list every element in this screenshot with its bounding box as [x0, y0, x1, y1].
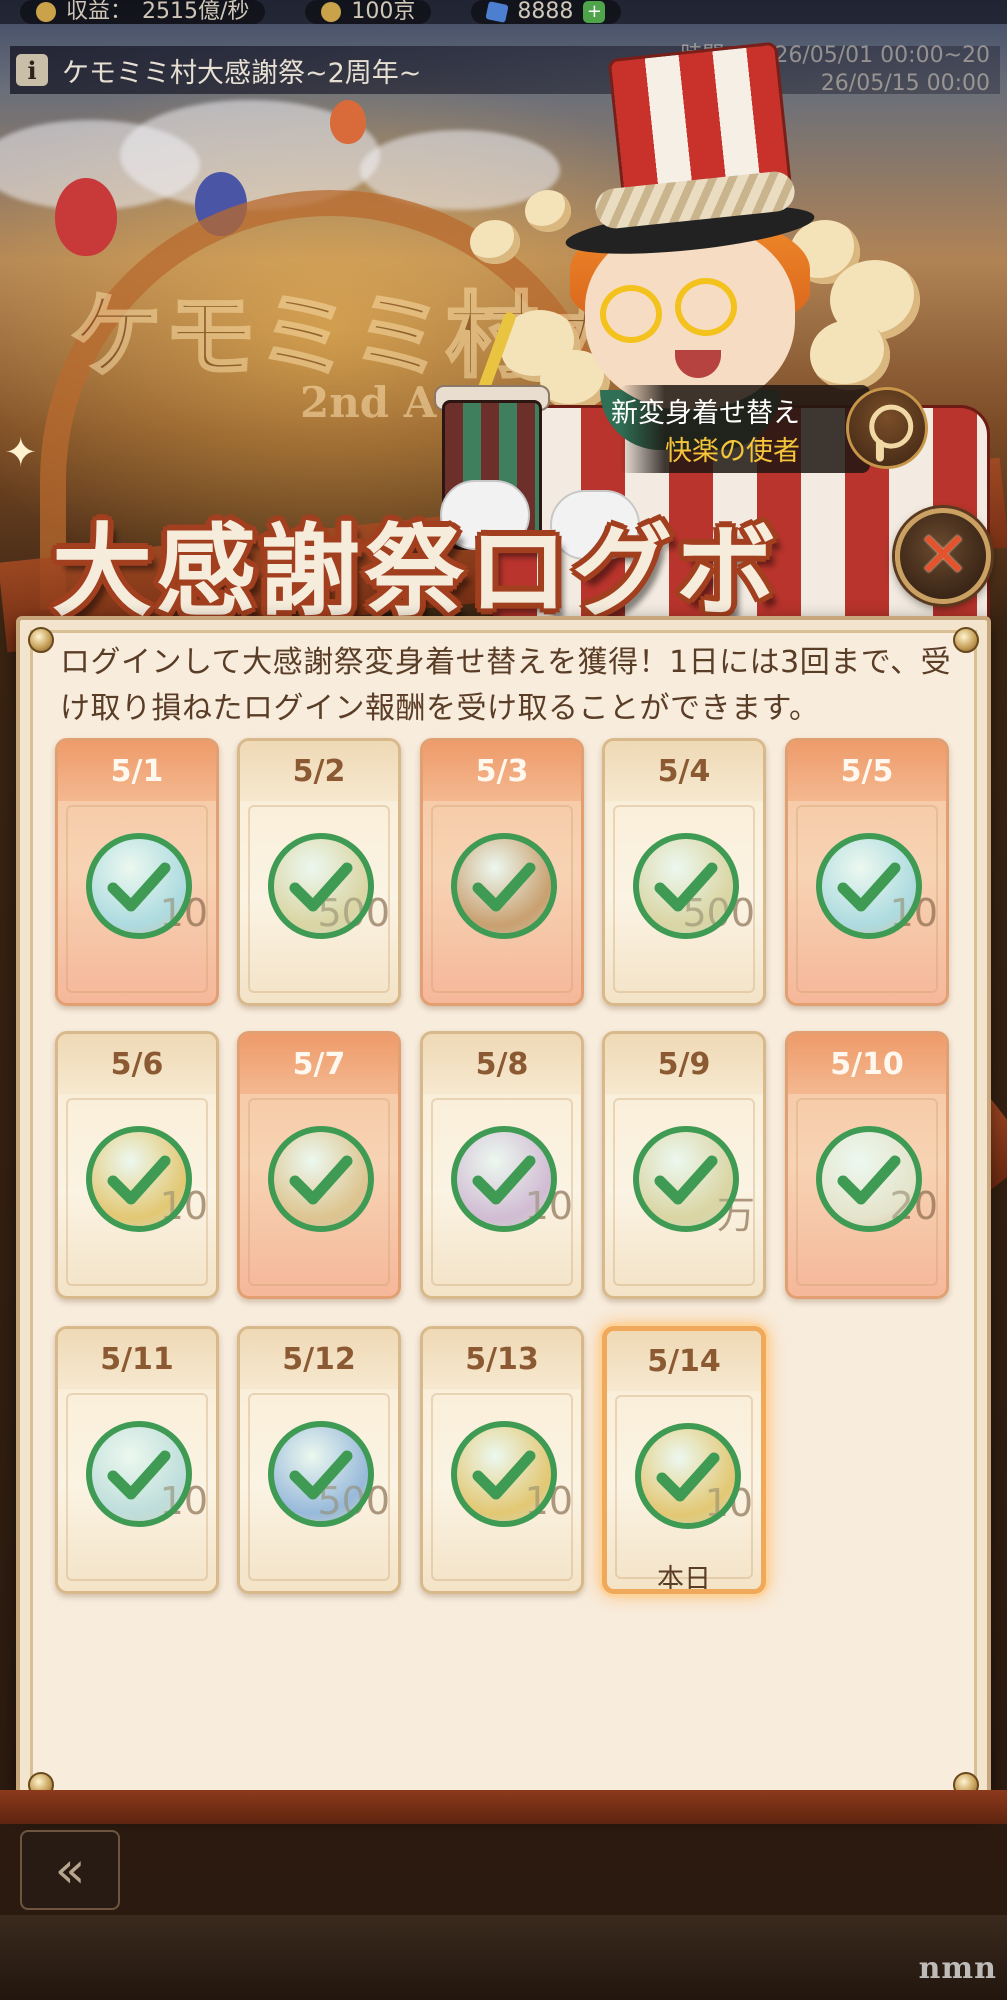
medal-icon	[321, 2, 342, 22]
claimed-check-icon	[86, 1126, 192, 1232]
day-card-date: 5/1	[58, 741, 216, 801]
glasses-right	[675, 278, 737, 336]
day-card[interactable]: 5/13 10	[420, 1326, 584, 1594]
day-card-date: 5/5	[788, 741, 946, 801]
day-card-date: 5/11	[58, 1329, 216, 1389]
day-card[interactable]: 5/8 10	[420, 1031, 584, 1299]
day-card[interactable]: 5/6 10	[55, 1031, 219, 1299]
day-card-date: 5/4	[605, 741, 763, 801]
day-card-date: 5/6	[58, 1034, 216, 1094]
claimed-check-icon	[268, 1126, 374, 1232]
day-card[interactable]: 5/5 10	[785, 738, 949, 1006]
sparkle-icon: ✦	[4, 430, 38, 476]
day-card-date: 5/10	[788, 1034, 946, 1094]
info-icon[interactable]: i	[16, 54, 48, 86]
panel-title: 大感謝祭ログボ	[52, 512, 780, 630]
day-card-date: 5/8	[423, 1034, 581, 1094]
day-card-date: 5/2	[240, 741, 398, 801]
day-card[interactable]: 5/9 万	[602, 1031, 766, 1299]
claimed-check-icon	[451, 1421, 557, 1527]
currency-value: 100京	[351, 0, 416, 24]
claimed-check-icon	[635, 1423, 741, 1529]
day-card[interactable]: 5/2 500	[237, 738, 401, 1006]
balloon	[330, 100, 366, 144]
costume-name: 快楽の使者	[665, 436, 800, 467]
today-label: 本日	[657, 1564, 711, 1594]
claimed-check-icon	[816, 1126, 922, 1232]
claimed-check-icon	[451, 833, 557, 939]
close-button[interactable]: ✕	[895, 508, 991, 604]
day-card-date: 5/12	[240, 1329, 398, 1389]
day-card-date: 5/7	[240, 1034, 398, 1094]
claimed-check-icon	[86, 1421, 192, 1527]
claimed-check-icon	[268, 1421, 374, 1527]
close-x-icon: ✕	[916, 519, 970, 593]
back-button[interactable]: «	[20, 1830, 120, 1910]
popcorn	[810, 320, 890, 390]
day-card[interactable]: 5/14 10 本日	[602, 1326, 766, 1594]
panel-bottom-edge	[0, 1790, 1007, 1824]
claimed-check-icon	[633, 833, 739, 939]
currency-counter: 100京	[305, 0, 432, 24]
day-card-date: 5/3	[423, 741, 581, 801]
balloon	[55, 178, 117, 256]
income-label: 収益：	[66, 0, 133, 24]
event-name: ケモミミ村大感謝祭~2周年~	[62, 57, 422, 89]
popcorn	[525, 190, 571, 232]
glasses-left	[600, 285, 662, 343]
day-card[interactable]: 5/3	[420, 738, 584, 1006]
day-card-date: 5/14	[607, 1331, 761, 1391]
watermark-logo: nmn	[918, 1951, 997, 1986]
day-card[interactable]: 5/7	[237, 1031, 401, 1299]
claimed-check-icon	[451, 1126, 557, 1232]
bottom-bar	[0, 1915, 1007, 2000]
arch-sign-subtitle: 2nd A	[300, 378, 437, 427]
costume-label: 新変身着せ替え	[611, 398, 800, 429]
new-costume-tag[interactable]: 新変身着せ替え 快楽の使者	[611, 385, 870, 473]
claimed-check-icon	[633, 1126, 739, 1232]
day-card[interactable]: 5/12 500	[237, 1326, 401, 1594]
claimed-check-icon	[86, 833, 192, 939]
day-card[interactable]: 5/4 500	[602, 738, 766, 1006]
day-card[interactable]: 5/1 10	[55, 738, 219, 1006]
popcorn	[470, 220, 520, 264]
coin-icon	[36, 2, 56, 22]
day-card-date: 5/13	[423, 1329, 581, 1389]
day-card[interactable]: 5/11 10	[55, 1326, 219, 1594]
day-card[interactable]: 5/10 20	[785, 1031, 949, 1299]
income-value: 2515億/秒	[142, 0, 250, 24]
day-card-date: 5/9	[605, 1034, 763, 1094]
claimed-check-icon	[268, 833, 374, 939]
income-counter: 収益： 2515億/秒	[20, 0, 266, 24]
double-chevron-left-icon: «	[54, 1841, 86, 1899]
panel-description: ログインして大感謝祭変身着せ替えを獲得！1日には3回まで、受け取り損ねたログイン…	[60, 645, 952, 726]
claimed-check-icon	[816, 833, 922, 939]
rivet-icon	[28, 627, 54, 653]
